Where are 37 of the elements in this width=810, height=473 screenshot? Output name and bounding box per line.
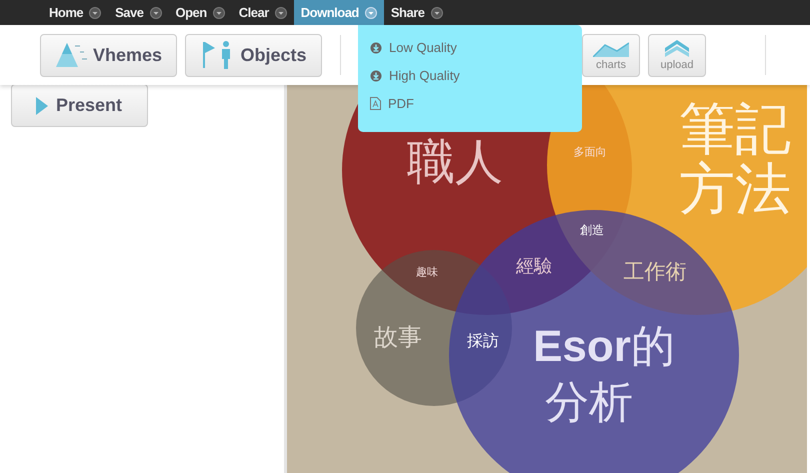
download-menu-item[interactable]: Low Quality <box>370 38 582 57</box>
caret-icon <box>364 6 377 18</box>
chevrons-up-icon <box>663 39 691 57</box>
area-chart-icon <box>593 41 629 57</box>
caret-icon <box>150 6 162 18</box>
download-icon <box>370 42 382 54</box>
menu-item[interactable]: Save <box>108 0 168 25</box>
download-menu-item[interactable]: PDF <box>370 94 582 113</box>
menu-item[interactable]: Download <box>294 0 384 25</box>
play-icon <box>36 96 48 114</box>
caret-icon <box>430 6 443 18</box>
diagram-label: 分析 <box>545 381 633 425</box>
menu-item[interactable]: Clear <box>232 0 294 25</box>
toolbar-button[interactable]: Vhemes <box>40 34 177 76</box>
caret-icon <box>89 6 102 18</box>
diagram-label: 方法 <box>679 161 791 217</box>
diagram-label: 故事 <box>374 326 422 350</box>
diagram-label: 工作術 <box>624 262 686 282</box>
download-menu-item[interactable]: High Quality <box>370 66 582 85</box>
diagram-label: 經驗 <box>516 257 552 275</box>
caret-icon <box>274 6 287 18</box>
menu-item[interactable]: Open <box>168 0 232 25</box>
diagram-label: 採訪 <box>467 334 499 350</box>
menu-item[interactable]: Home <box>42 0 108 25</box>
caret-icon <box>212 6 225 18</box>
diagram-label: 筆記 <box>679 101 791 157</box>
diagram-label: 職人 <box>407 139 503 187</box>
pyramid-icon <box>54 42 89 68</box>
menu-item[interactable]: Share <box>384 0 450 25</box>
diagram-label: Esor的 <box>533 325 675 369</box>
toolbar-button[interactable]: Objects <box>185 34 322 76</box>
diagram-label: 創造 <box>580 224 604 236</box>
present-button[interactable]: Present <box>11 84 148 127</box>
download-icon <box>370 70 382 82</box>
diagram-label: 多面向 <box>574 148 606 158</box>
document-icon <box>370 97 381 110</box>
diagram-label: 趣味 <box>416 268 438 278</box>
